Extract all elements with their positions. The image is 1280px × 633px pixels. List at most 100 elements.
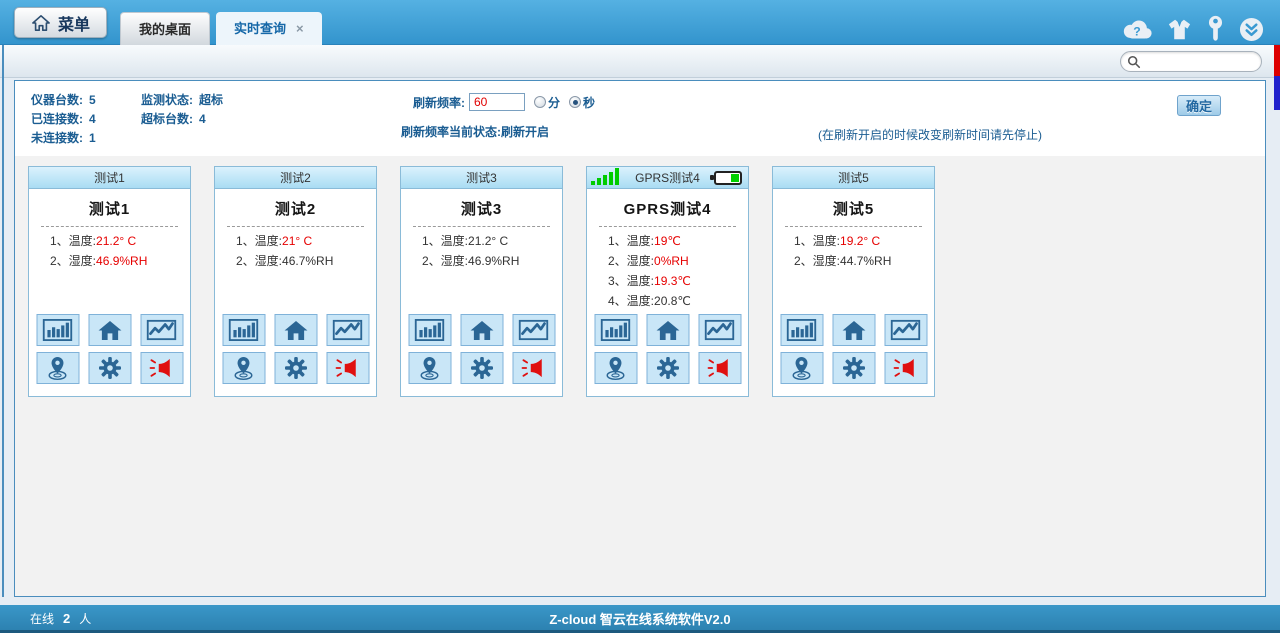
bar-chart-icon [787,319,817,341]
home-button[interactable] [646,314,689,346]
device-card-header: GPRS测试4 [587,167,748,189]
home-icon [841,320,866,341]
cloud-help-icon[interactable]: ? [1121,18,1153,41]
location-button[interactable] [780,352,823,384]
menu-label: 菜单 [58,11,90,35]
search-icon [1127,55,1141,69]
settings-icon [469,356,494,380]
main-panel: 仪器台数:5 已连接数:4 未连接数:1 监测状态:超标 超标台数:4 刷新频率… [14,80,1266,597]
radio-minute-label: 分 [548,94,560,111]
bar-chart-button[interactable] [594,314,637,346]
app-window: 菜单 我的桌面 实时查询 × ? [0,0,1280,633]
window-left-border [2,45,4,597]
location-button[interactable] [594,352,637,384]
alarm-button[interactable] [698,352,741,384]
device-card: 测试3 测试3 1、温度:21.2° C2、湿度:46.9%RH [400,166,563,397]
theme-icon[interactable] [1167,18,1192,41]
topbar: 菜单 我的桌面 实时查询 × ? [0,0,1280,45]
key-icon[interactable] [1206,15,1225,43]
refresh-frequency-input[interactable] [469,93,525,111]
trend-chart-button[interactable] [140,314,183,346]
tab-label: 实时查询 [234,12,286,45]
location-icon [419,356,441,381]
tab-my-desktop[interactable]: 我的桌面 [120,12,210,45]
stats-column-2: 监测状态:超标 超标台数:4 [141,91,223,129]
tab-realtime-query[interactable]: 实时查询 × [216,12,322,45]
divider [41,226,178,227]
trend-chart-icon [333,319,363,341]
device-title: 测试5 [773,198,934,219]
search-input[interactable] [1141,55,1255,69]
device-title: 测试1 [29,198,190,219]
card-actions [36,314,183,384]
stat-monitor-status: 监测状态:超标 [141,91,223,110]
radio-minute[interactable] [534,96,546,108]
home-button[interactable] [88,314,131,346]
trend-chart-icon [147,319,177,341]
location-button[interactable] [36,352,79,384]
refresh-note-text: (在刷新开启的时候改变刷新时间请先停止) [818,126,1042,143]
trend-chart-button[interactable] [884,314,927,346]
reading-row: 3、温度:19.3℃ [608,271,748,291]
alarm-button[interactable] [512,352,555,384]
reading-row: 2、湿度:46.9%RH [50,251,190,271]
reading-row: 1、温度:21.2° C [422,231,562,251]
alarm-button[interactable] [140,352,183,384]
signal-strength-icon [591,168,619,185]
close-icon[interactable]: × [296,12,304,45]
trend-chart-icon [891,319,921,341]
bar-chart-button[interactable] [780,314,823,346]
device-card: 测试1 测试1 1、温度:21.2° C2、湿度:46.9%RH [28,166,191,397]
reading-row: 2、湿度:46.9%RH [422,251,562,271]
bar-chart-button[interactable] [36,314,79,346]
home-button[interactable] [460,314,503,346]
settings-button[interactable] [274,352,317,384]
trend-chart-button[interactable] [698,314,741,346]
reading-row: 1、温度:21.2° C [50,231,190,251]
tab-label: 我的桌面 [139,22,191,37]
trend-chart-button[interactable] [512,314,555,346]
settings-button[interactable] [460,352,503,384]
radio-second[interactable] [569,96,581,108]
home-icon [283,320,308,341]
menu-button[interactable]: 菜单 [14,7,107,38]
bar-chart-button[interactable] [408,314,451,346]
alarm-button[interactable] [326,352,369,384]
settings-button[interactable] [646,352,689,384]
collapse-icon[interactable] [1239,17,1264,42]
stat-instrument-count: 仪器台数:5 [31,91,96,110]
readings-list: 1、温度:21° C2、湿度:46.7%RH [215,231,376,271]
reading-row: 4、温度:20.8℃ [608,291,748,311]
card-actions [408,314,555,384]
settings-icon [655,356,680,380]
home-button[interactable] [274,314,317,346]
settings-icon [283,356,308,380]
divider [413,226,550,227]
trend-chart-button[interactable] [326,314,369,346]
settings-icon [97,356,122,380]
settings-icon [841,356,866,380]
home-icon [655,320,680,341]
reading-row: 1、温度:19℃ [608,231,748,251]
alarm-icon [336,357,360,379]
location-button[interactable] [222,352,265,384]
home-outline-icon [31,14,51,32]
alarm-button[interactable] [884,352,927,384]
divider [599,226,736,227]
device-card-header: 测试5 [773,167,934,189]
stat-exceed-count: 超标台数:4 [141,110,223,129]
card-actions [780,314,927,384]
confirm-button[interactable]: 确定 [1177,95,1221,116]
location-icon [605,356,627,381]
location-button[interactable] [408,352,451,384]
stat-connected-count: 已连接数:4 [31,110,96,129]
readings-list: 1、温度:19.2° C2、湿度:44.7%RH [773,231,934,271]
bar-chart-button[interactable] [222,314,265,346]
settings-button[interactable] [88,352,131,384]
home-button[interactable] [832,314,875,346]
settings-button[interactable] [832,352,875,384]
stat-unconnected-count: 未连接数:1 [31,129,96,148]
footer-bar: 在线2人 Z-cloud 智云在线系统软件V2.0 [0,605,1280,633]
search-box[interactable] [1120,51,1262,72]
readings-list: 1、温度:21.2° C2、湿度:46.9%RH [401,231,562,271]
